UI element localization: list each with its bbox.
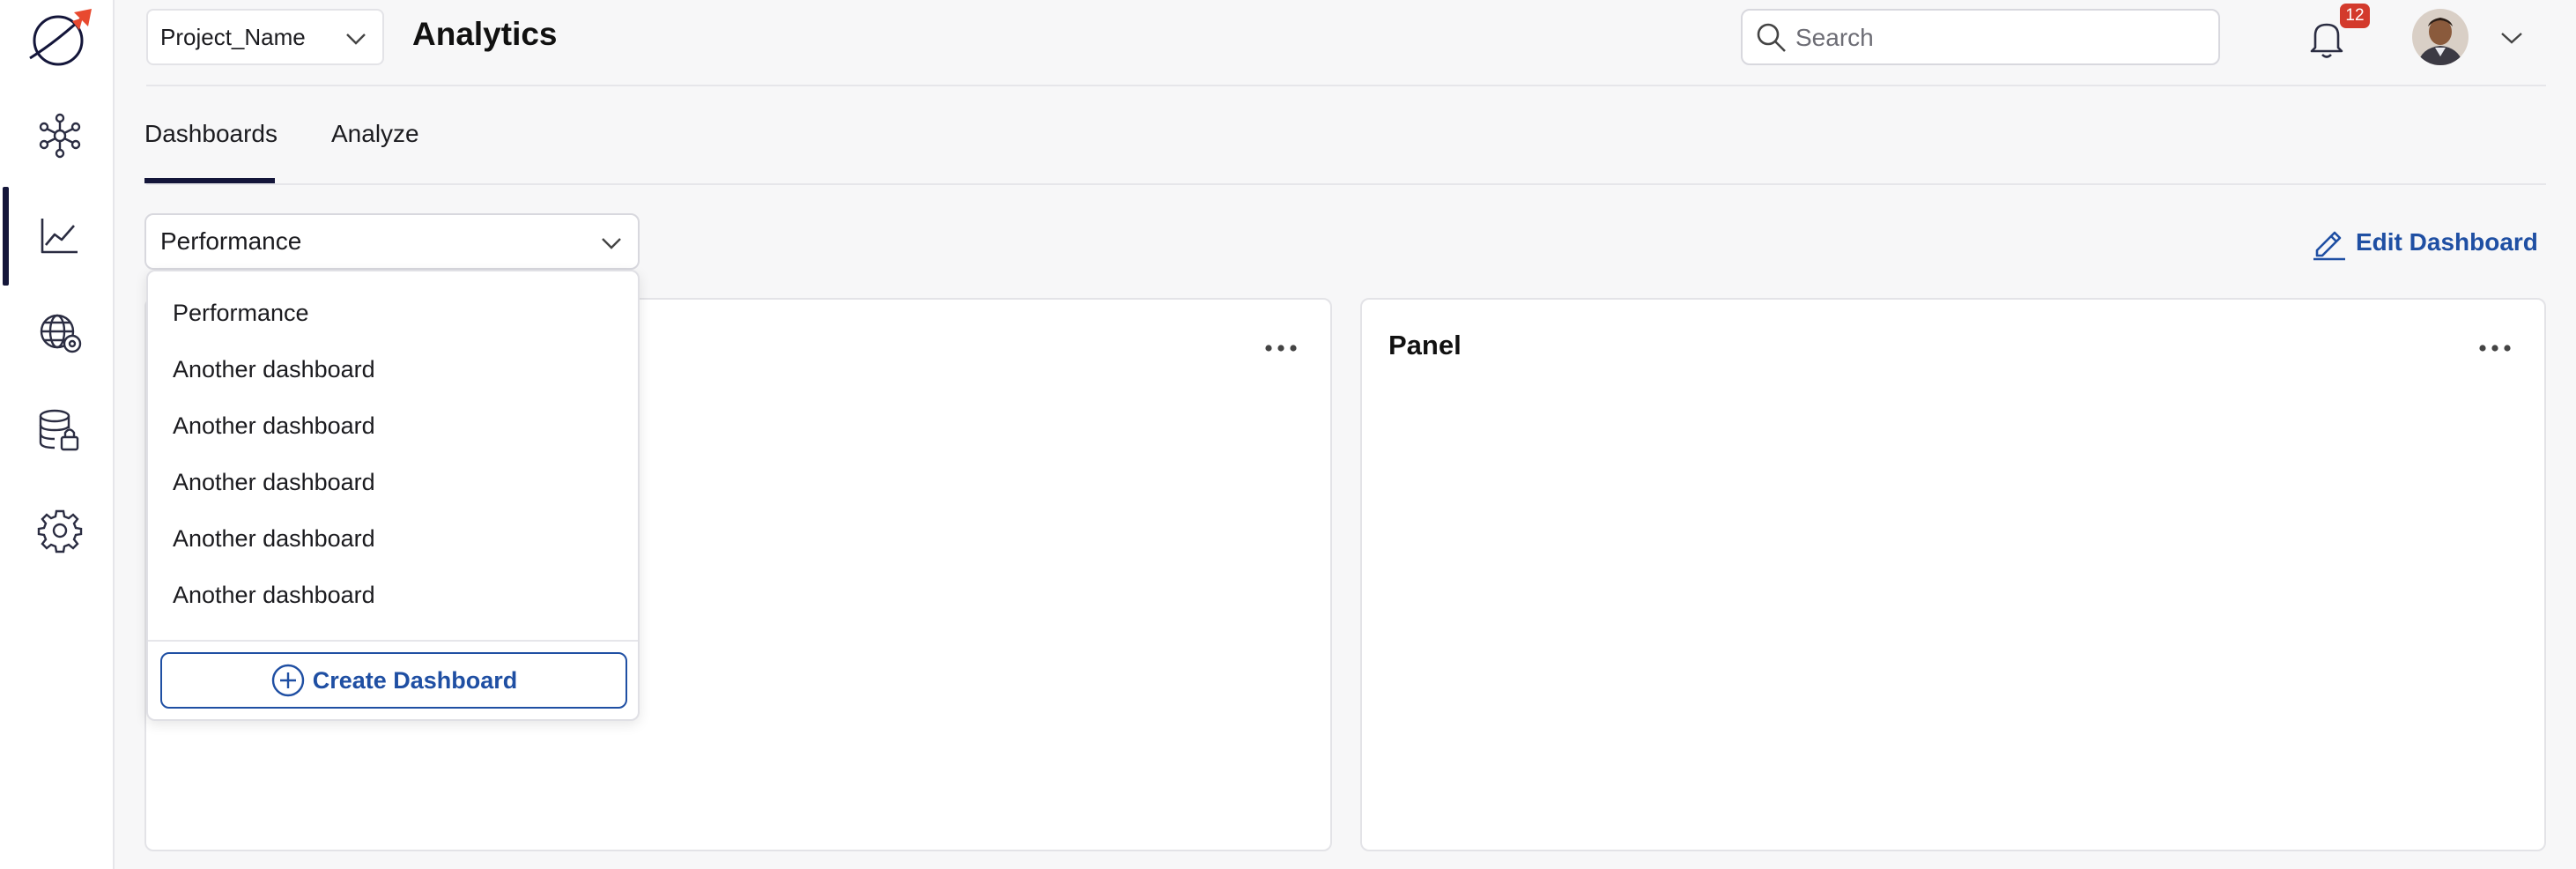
- page-title: Analytics: [412, 16, 558, 52]
- search-input[interactable]: [1795, 19, 2201, 56]
- chevron-down-icon: [346, 33, 366, 45]
- tabs-divider: [146, 183, 2546, 185]
- project-select[interactable]: Project_Name: [146, 9, 384, 65]
- panel-title: Panel: [1388, 330, 1462, 360]
- dropdown-option[interactable]: Another dashboard: [173, 525, 375, 553]
- dropdown-option[interactable]: Another dashboard: [173, 582, 375, 609]
- dashboard-dropdown-menu: Performance Another dashboard Another da…: [146, 270, 640, 721]
- search-icon: [1757, 23, 1786, 52]
- network-icon[interactable]: [35, 111, 85, 160]
- app-logo[interactable]: [21, 5, 99, 67]
- dropdown-option[interactable]: Another dashboard: [173, 412, 375, 440]
- create-dashboard-button[interactable]: Create Dashboard: [160, 652, 627, 709]
- dashboard-panel: Panel: [1360, 298, 2546, 851]
- more-options-icon[interactable]: [2477, 342, 2513, 354]
- dashboard-select[interactable]: Performance: [144, 213, 640, 270]
- tab-dashboards[interactable]: Dashboards: [144, 120, 278, 148]
- tab-analyze[interactable]: Analyze: [331, 120, 419, 148]
- sidebar-active-indicator: [3, 187, 9, 286]
- dropdown-option[interactable]: Another dashboard: [173, 469, 375, 496]
- dropdown-divider: [148, 640, 638, 642]
- dropdown-option[interactable]: Performance: [173, 300, 309, 327]
- more-options-icon[interactable]: [1263, 342, 1299, 354]
- notification-badge: 12: [2340, 4, 2370, 28]
- globe-settings-icon[interactable]: [35, 308, 85, 358]
- plus-circle-icon: [271, 664, 304, 697]
- dashboard-select-value: Performance: [160, 227, 302, 255]
- database-lock-icon[interactable]: [35, 407, 85, 457]
- sidebar: [0, 0, 115, 869]
- chevron-down-icon: [602, 238, 621, 249]
- pencil-icon: [2313, 231, 2345, 261]
- dropdown-option[interactable]: Another dashboard: [173, 356, 375, 383]
- create-dashboard-label: Create Dashboard: [312, 666, 518, 694]
- project-name: Project_Name: [160, 23, 306, 50]
- line-chart-icon[interactable]: [35, 212, 85, 261]
- chevron-down-icon[interactable]: [2500, 30, 2523, 46]
- edit-dashboard-button[interactable]: Edit Dashboard: [2310, 220, 2538, 264]
- avatar[interactable]: [2412, 9, 2469, 65]
- edit-dashboard-label: Edit Dashboard: [2356, 228, 2538, 256]
- search-box[interactable]: [1741, 9, 2220, 65]
- header-divider: [146, 85, 2546, 86]
- gear-icon[interactable]: [35, 506, 85, 555]
